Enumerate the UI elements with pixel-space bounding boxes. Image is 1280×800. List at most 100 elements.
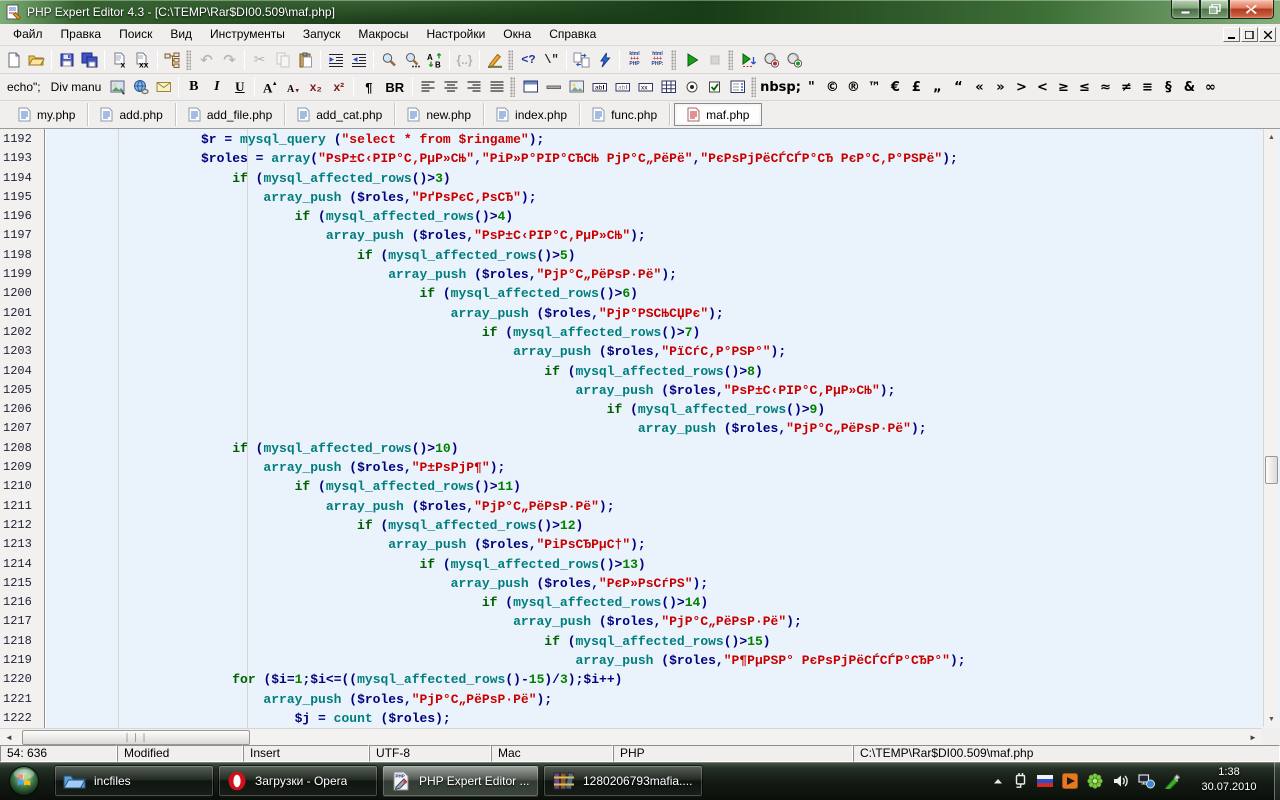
tab-index.php[interactable]: index.php bbox=[484, 103, 580, 126]
code-line[interactable]: if (mysql_affected_rows()>15) bbox=[48, 634, 1264, 653]
code-line[interactable]: array_push ($roles,"РјР°РЅСЊСЏРє"); bbox=[48, 306, 1264, 325]
menu-item-поиск[interactable]: Поиск bbox=[110, 24, 161, 45]
insert-mail-icon[interactable] bbox=[152, 76, 175, 98]
code-line[interactable]: $roles = array("РѕР±С‹РІР°С‚РµР»СЊ","РіР… bbox=[48, 151, 1264, 170]
fmt-para-button[interactable]: ¶ bbox=[357, 76, 380, 98]
syntax-pencil-icon[interactable] bbox=[483, 49, 506, 71]
insert-link-icon[interactable] bbox=[129, 76, 152, 98]
code-line[interactable]: array_push ($roles,"Р¶РµРЅР° РєРѕРјРёСЃС… bbox=[48, 653, 1264, 672]
char-button[interactable]: © bbox=[822, 76, 843, 98]
code-line[interactable]: array_push ($roles,"РїСѓС‚Р°РЅР°"); bbox=[48, 344, 1264, 363]
fmt-sup-button[interactable]: x² bbox=[327, 76, 350, 98]
sitemap-icon[interactable] bbox=[161, 49, 184, 71]
char-button[interactable]: “ bbox=[948, 76, 969, 98]
mdi-minimize-button[interactable] bbox=[1223, 27, 1240, 42]
run-browser-icon[interactable] bbox=[737, 49, 760, 71]
hidden-icons-icon[interactable] bbox=[992, 776, 1004, 786]
char-button[interactable]: " bbox=[801, 76, 822, 98]
font-bigger-icon[interactable]: A bbox=[258, 76, 281, 98]
ftp-lightning-icon[interactable] bbox=[593, 49, 616, 71]
vertical-scroll-thumb[interactable] bbox=[1265, 456, 1278, 484]
taskbar-button-загрузки-opera[interactable]: Загрузки - Opera bbox=[218, 765, 378, 797]
code-line[interactable]: if (mysql_affected_rows()>4) bbox=[48, 209, 1264, 228]
app-icon[interactable] bbox=[6, 4, 22, 20]
open-folder-icon[interactable] bbox=[25, 49, 48, 71]
menu-item-окна[interactable]: Окна bbox=[494, 24, 540, 45]
taskbar-button-1280206793mafia-[interactable]: 1280206793mafia.... bbox=[543, 765, 703, 797]
toolbar-grip[interactable] bbox=[728, 50, 733, 70]
code-line[interactable]: array_push ($roles,"РѕР±С‹РІР°С‚РµР»СЊ")… bbox=[48, 383, 1264, 402]
scroll-up-icon[interactable]: ▲ bbox=[1265, 130, 1278, 144]
menu-item-инструменты[interactable]: Инструменты bbox=[201, 24, 294, 45]
code-line[interactable]: for ($i=1;$i<=((mysql_affected_rows()-15… bbox=[48, 672, 1264, 691]
form-select-icon[interactable] bbox=[726, 76, 749, 98]
tab-my.php[interactable]: my.php bbox=[6, 103, 88, 126]
char-button[interactable]: € bbox=[885, 76, 906, 98]
form-textarea-icon[interactable]: ab bbox=[611, 76, 634, 98]
minimize-button[interactable] bbox=[1171, 0, 1200, 19]
align-center-icon[interactable] bbox=[439, 76, 462, 98]
escape-quotes-icon[interactable]: \" bbox=[540, 49, 563, 71]
char-button[interactable]: § bbox=[1158, 76, 1179, 98]
power-plug-icon[interactable] bbox=[1013, 773, 1028, 789]
code-line[interactable]: if (mysql_affected_rows()>7) bbox=[48, 325, 1264, 344]
scroll-down-icon[interactable]: ▼ bbox=[1265, 712, 1278, 726]
form-window-icon[interactable] bbox=[519, 76, 542, 98]
form-password-icon[interactable]: xx bbox=[634, 76, 657, 98]
outdent-icon[interactable] bbox=[347, 49, 370, 71]
convert-pages-icon[interactable] bbox=[570, 49, 593, 71]
icq-flower-icon[interactable] bbox=[1087, 773, 1103, 789]
tab-func.php[interactable]: func.php bbox=[580, 103, 670, 126]
code-line[interactable]: if (mysql_affected_rows()>3) bbox=[48, 171, 1264, 190]
char-button[interactable]: < bbox=[1032, 76, 1053, 98]
title-bar[interactable]: PHP Expert Editor 4.3 - [C:\TEMP\Rar$DI0… bbox=[0, 0, 1280, 24]
code-pane[interactable]: $r = mysql_query ("select * from $ringam… bbox=[48, 129, 1264, 728]
code-line[interactable]: array_push ($roles,"РјР°С„РёРѕР·Рё"); bbox=[48, 614, 1264, 633]
media-app-icon[interactable] bbox=[1062, 773, 1078, 789]
fmt-b-button[interactable]: B bbox=[182, 76, 205, 98]
fmt-br-button[interactable]: BR bbox=[380, 76, 409, 98]
menu-item-правка[interactable]: Правка bbox=[52, 24, 111, 45]
paste-icon[interactable] bbox=[294, 49, 317, 71]
code-editor[interactable]: 1192119311941195119611971198119912001201… bbox=[0, 128, 1280, 728]
code-line[interactable]: if (mysql_affected_rows()>12) bbox=[48, 518, 1264, 537]
code-line[interactable]: if (mysql_affected_rows()>5) bbox=[48, 248, 1264, 267]
run-icon[interactable] bbox=[680, 49, 703, 71]
notes-pencil-icon[interactable] bbox=[1164, 773, 1180, 789]
scroll-right-icon[interactable]: ► bbox=[1245, 730, 1261, 745]
code-line[interactable]: array_push ($roles,"Р±РѕРјР¶"); bbox=[48, 460, 1264, 479]
find-icon[interactable] bbox=[377, 49, 400, 71]
char-button[interactable]: nbsp; bbox=[760, 76, 801, 98]
close-all-icon[interactable]: xx bbox=[131, 49, 154, 71]
fmt-u-button[interactable]: U bbox=[228, 76, 251, 98]
code-line[interactable]: if (mysql_affected_rows()>10) bbox=[48, 441, 1264, 460]
font-smaller-icon[interactable]: A bbox=[281, 76, 304, 98]
char-button[interactable]: ® bbox=[843, 76, 864, 98]
form-checkbox-icon[interactable] bbox=[703, 76, 726, 98]
code-line[interactable]: array_push ($roles,"РјР°С„РёРѕР·Рё"); bbox=[48, 421, 1264, 440]
menu-item-файл[interactable]: Файл bbox=[4, 24, 52, 45]
form-textfield-icon[interactable]: ab bbox=[588, 76, 611, 98]
php-tags-icon[interactable]: <? bbox=[517, 49, 540, 71]
form-image-icon[interactable] bbox=[565, 76, 588, 98]
vertical-scrollbar[interactable]: ▲ ▼ bbox=[1263, 129, 1278, 727]
code-line[interactable]: array_push ($roles,"РѕР±С‹РІР°С‚РµР»СЊ")… bbox=[48, 228, 1264, 247]
horizontal-scrollbar[interactable]: ◄ ❘❘❘ ► bbox=[0, 728, 1262, 745]
menu-item-вид[interactable]: Вид bbox=[161, 24, 201, 45]
scroll-left-icon[interactable]: ◄ bbox=[1, 730, 17, 745]
taskbar-button-php-expert-editor-[interactable]: PHPPHP Expert Editor ... bbox=[382, 765, 539, 797]
code-btn-button[interactable]: Div manu bbox=[46, 76, 107, 98]
char-button[interactable]: & bbox=[1179, 76, 1200, 98]
tab-maf.php[interactable]: maf.php bbox=[674, 103, 762, 126]
align-right-icon[interactable] bbox=[462, 76, 485, 98]
char-button[interactable]: ≈ bbox=[1095, 76, 1116, 98]
char-button[interactable]: „ bbox=[927, 76, 948, 98]
clock[interactable]: 1:38 30.07.2010 bbox=[1188, 765, 1270, 795]
tab-add.php[interactable]: add.php bbox=[88, 103, 175, 126]
char-button[interactable]: > bbox=[1011, 76, 1032, 98]
save-icon[interactable] bbox=[55, 49, 78, 71]
char-button[interactable]: ≥ bbox=[1053, 76, 1074, 98]
mdi-restore-button[interactable] bbox=[1241, 27, 1258, 42]
fmt-i-button[interactable]: I bbox=[205, 76, 228, 98]
form-hr-icon[interactable] bbox=[542, 76, 565, 98]
